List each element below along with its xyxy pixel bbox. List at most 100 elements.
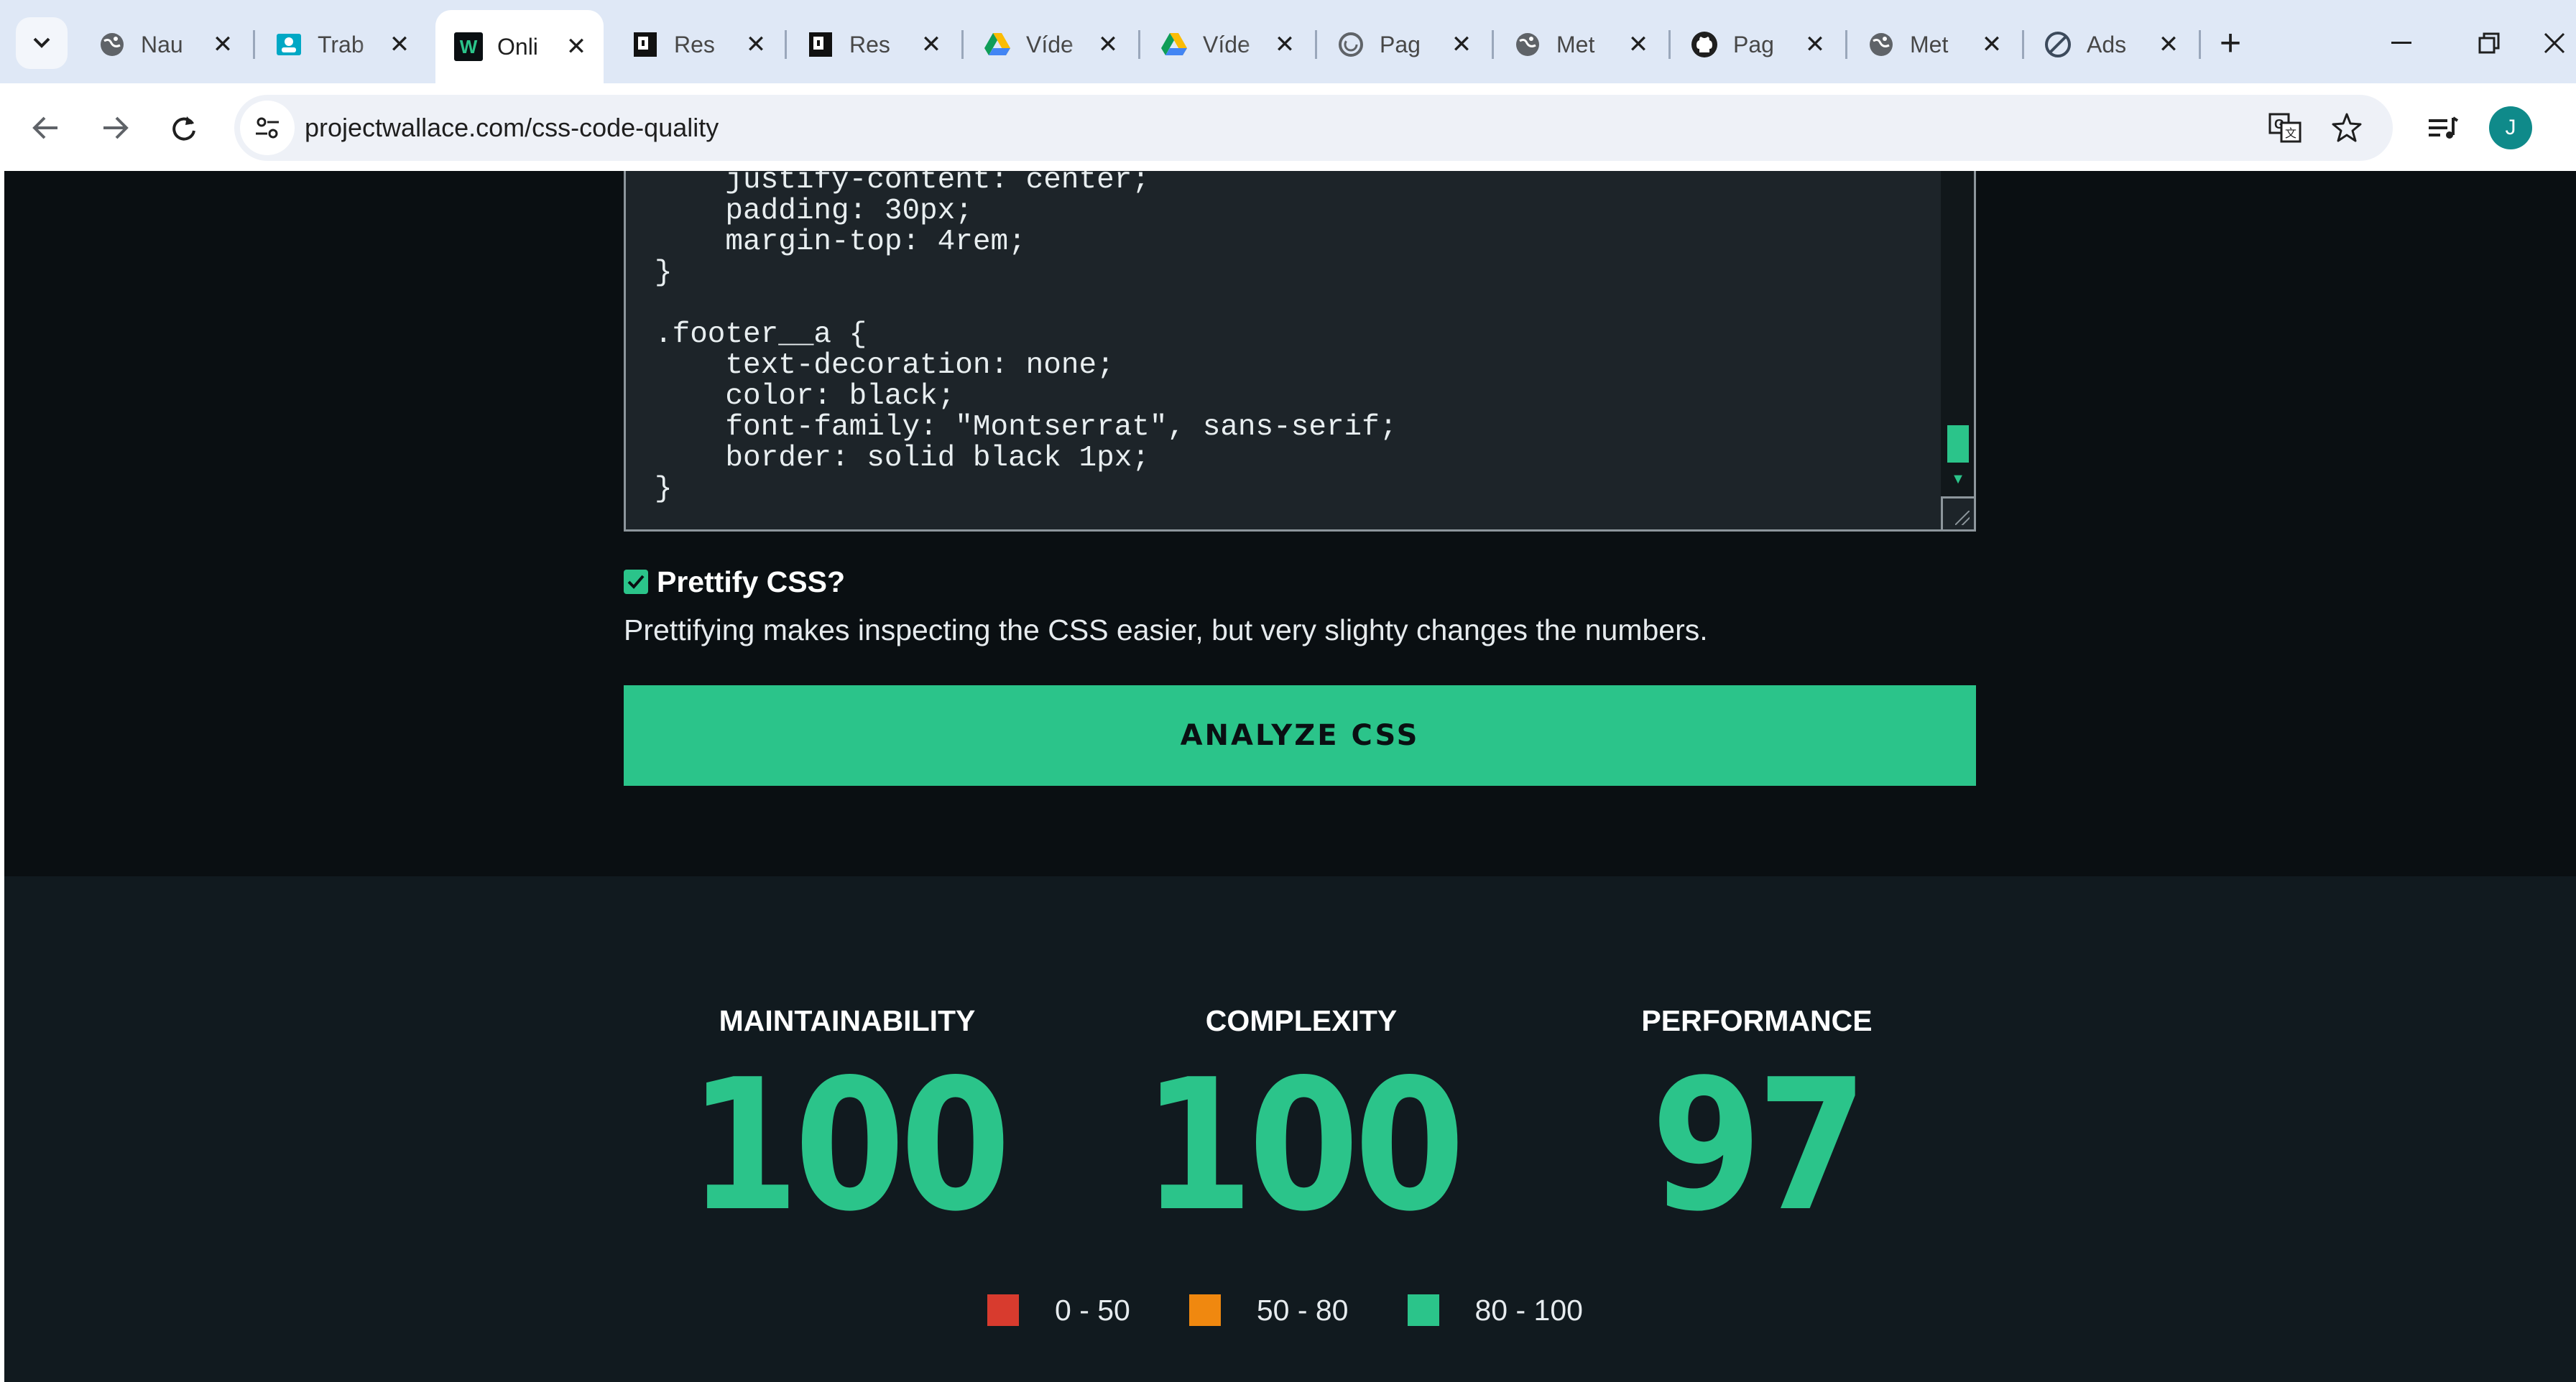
prettify-help-text: Prettifying makes inspecting the CSS eas… [624,613,1708,646]
css-code[interactable]: justify-content: center; padding: 30px; … [655,171,1919,505]
resize-handle-icon[interactable] [1941,496,1974,529]
legend-range: 80 - 100 [1474,1293,1583,1327]
scroll-down-arrow-icon[interactable]: ▼ [1947,471,1969,487]
tab-title: Res [849,31,890,57]
score-label: MAINTAINABILITY [719,1004,976,1037]
tab-title: Nau [141,31,183,57]
tab-separator [785,30,787,59]
chevron-down-icon [33,37,50,48]
tab-separator [961,30,964,59]
media-controls-button[interactable] [2417,102,2469,154]
score-legend: 0 - 50 50 - 80 80 - 100 [987,1289,1642,1332]
tab-title: Met [1556,31,1595,57]
tab-separator [1492,30,1494,59]
new-tab-button[interactable]: + [2209,22,2252,65]
close-icon[interactable]: ✕ [1447,30,1476,59]
tab-title: Onli [497,33,538,60]
back-button[interactable] [20,102,72,154]
address-bar[interactable]: projectwallace.com/css-code-quality G文 [234,95,2393,161]
tab-separator [2022,30,2024,59]
tab-1[interactable]: Trab ✕ [256,14,427,75]
close-icon[interactable]: ✕ [562,32,591,61]
legend-item: 50 - 80 [1188,1293,1349,1327]
close-icon[interactable]: ✕ [208,30,237,59]
css-input-textarea[interactable]: justify-content: center; padding: 30px; … [624,171,1976,532]
tab-search-button[interactable] [16,17,68,69]
bookmark-button[interactable] [2324,105,2370,151]
tab-title: Met [1910,31,1949,57]
legend-range: 0 - 50 [1055,1293,1130,1327]
globe-icon [1867,30,1896,59]
close-icon[interactable]: ✕ [1977,30,2006,59]
editor-scrollbar[interactable]: ▼ [1941,171,1974,529]
globe-icon [98,30,126,59]
plus-icon: + [2219,22,2242,64]
score-value: 97 [1651,1041,1868,1251]
tab-3[interactable]: Res ✕ [612,14,783,75]
close-icon[interactable]: ✕ [1270,30,1299,59]
tab-separator [1845,30,1847,59]
site-info-button[interactable] [240,101,295,155]
score-label: COMPLEXITY [1205,1004,1398,1037]
score-value: 100 [1142,1041,1465,1251]
close-icon[interactable]: ✕ [1094,30,1122,59]
legend-swatch [1407,1294,1439,1326]
checkmark-icon [627,575,645,589]
legend-item: 80 - 100 [1407,1293,1583,1327]
close-window-button[interactable] [2544,14,2576,72]
tab-title: Víde [1026,31,1074,57]
reload-button[interactable] [158,102,210,154]
tab-0[interactable]: Nau ✕ [79,14,250,75]
tab-5[interactable]: Víde ✕ [964,14,1135,75]
tab-9[interactable]: Pag ✕ [1671,14,1842,75]
analyze-css-button[interactable]: ANALYZE CSS [624,685,1976,786]
loading-ring-icon [1337,30,1365,59]
tab-title: Ads [2087,31,2127,57]
scrollbar-thumb[interactable] [1947,425,1969,463]
tab-separator [253,30,255,59]
prettify-label[interactable]: Prettify CSS? [657,565,845,599]
svg-text:W: W [460,36,478,57]
url-text[interactable]: projectwallace.com/css-code-quality [305,95,719,161]
restore-button[interactable] [2460,14,2518,72]
google-drive-icon [983,30,1012,59]
tab-4[interactable]: Res ✕ [788,14,959,75]
browser-window: Nau ✕ Trab ✕ W Onli ✕ Res ✕ Res ✕ Víde ✕… [0,0,2576,1382]
tab-7[interactable]: Pag ✕ [1318,14,1489,75]
tab-title: Res [674,31,715,57]
github-icon [1690,30,1719,59]
prettify-option[interactable]: Prettify CSS? [624,563,845,600]
score-value: 100 [688,1041,1011,1251]
tab-title: Pag [1733,31,1774,57]
close-icon[interactable]: ✕ [2154,30,2183,59]
close-icon[interactable]: ✕ [1624,30,1653,59]
translate-button[interactable]: G文 [2262,105,2308,151]
document-logo-icon [806,30,835,59]
forward-button[interactable] [89,102,141,154]
playlist-icon [2429,116,2459,139]
tab-11[interactable]: Ads ✕ [2025,14,2196,75]
reload-icon [172,116,195,141]
minimize-button[interactable] [2373,14,2430,72]
profile-avatar[interactable]: J [2489,106,2532,149]
close-icon[interactable]: ✕ [742,30,770,59]
tab-8[interactable]: Met ✕ [1495,14,1666,75]
legend-range: 50 - 80 [1256,1293,1349,1327]
tab-2[interactable]: W Onli ✕ [435,10,604,83]
prettify-checkbox[interactable] [624,570,648,594]
close-icon[interactable]: ✕ [385,30,414,59]
browser-toolbar: projectwallace.com/css-code-quality G文 J [0,83,2576,171]
document-logo-icon [631,30,660,59]
close-icon[interactable]: ✕ [1801,30,1829,59]
close-icon[interactable]: ✕ [917,30,946,59]
minimize-icon [2391,42,2411,44]
star-icon [2332,113,2362,142]
legend-swatch [1188,1294,1221,1326]
tune-icon [256,117,279,139]
tab-separator [1315,30,1317,59]
arrow-right-icon [103,116,129,139]
tab-10[interactable]: Met ✕ [1848,14,2019,75]
tab-6[interactable]: Víde ✕ [1141,14,1312,75]
legend-swatch [987,1294,1019,1326]
translate-icon: G文 [2268,113,2302,143]
